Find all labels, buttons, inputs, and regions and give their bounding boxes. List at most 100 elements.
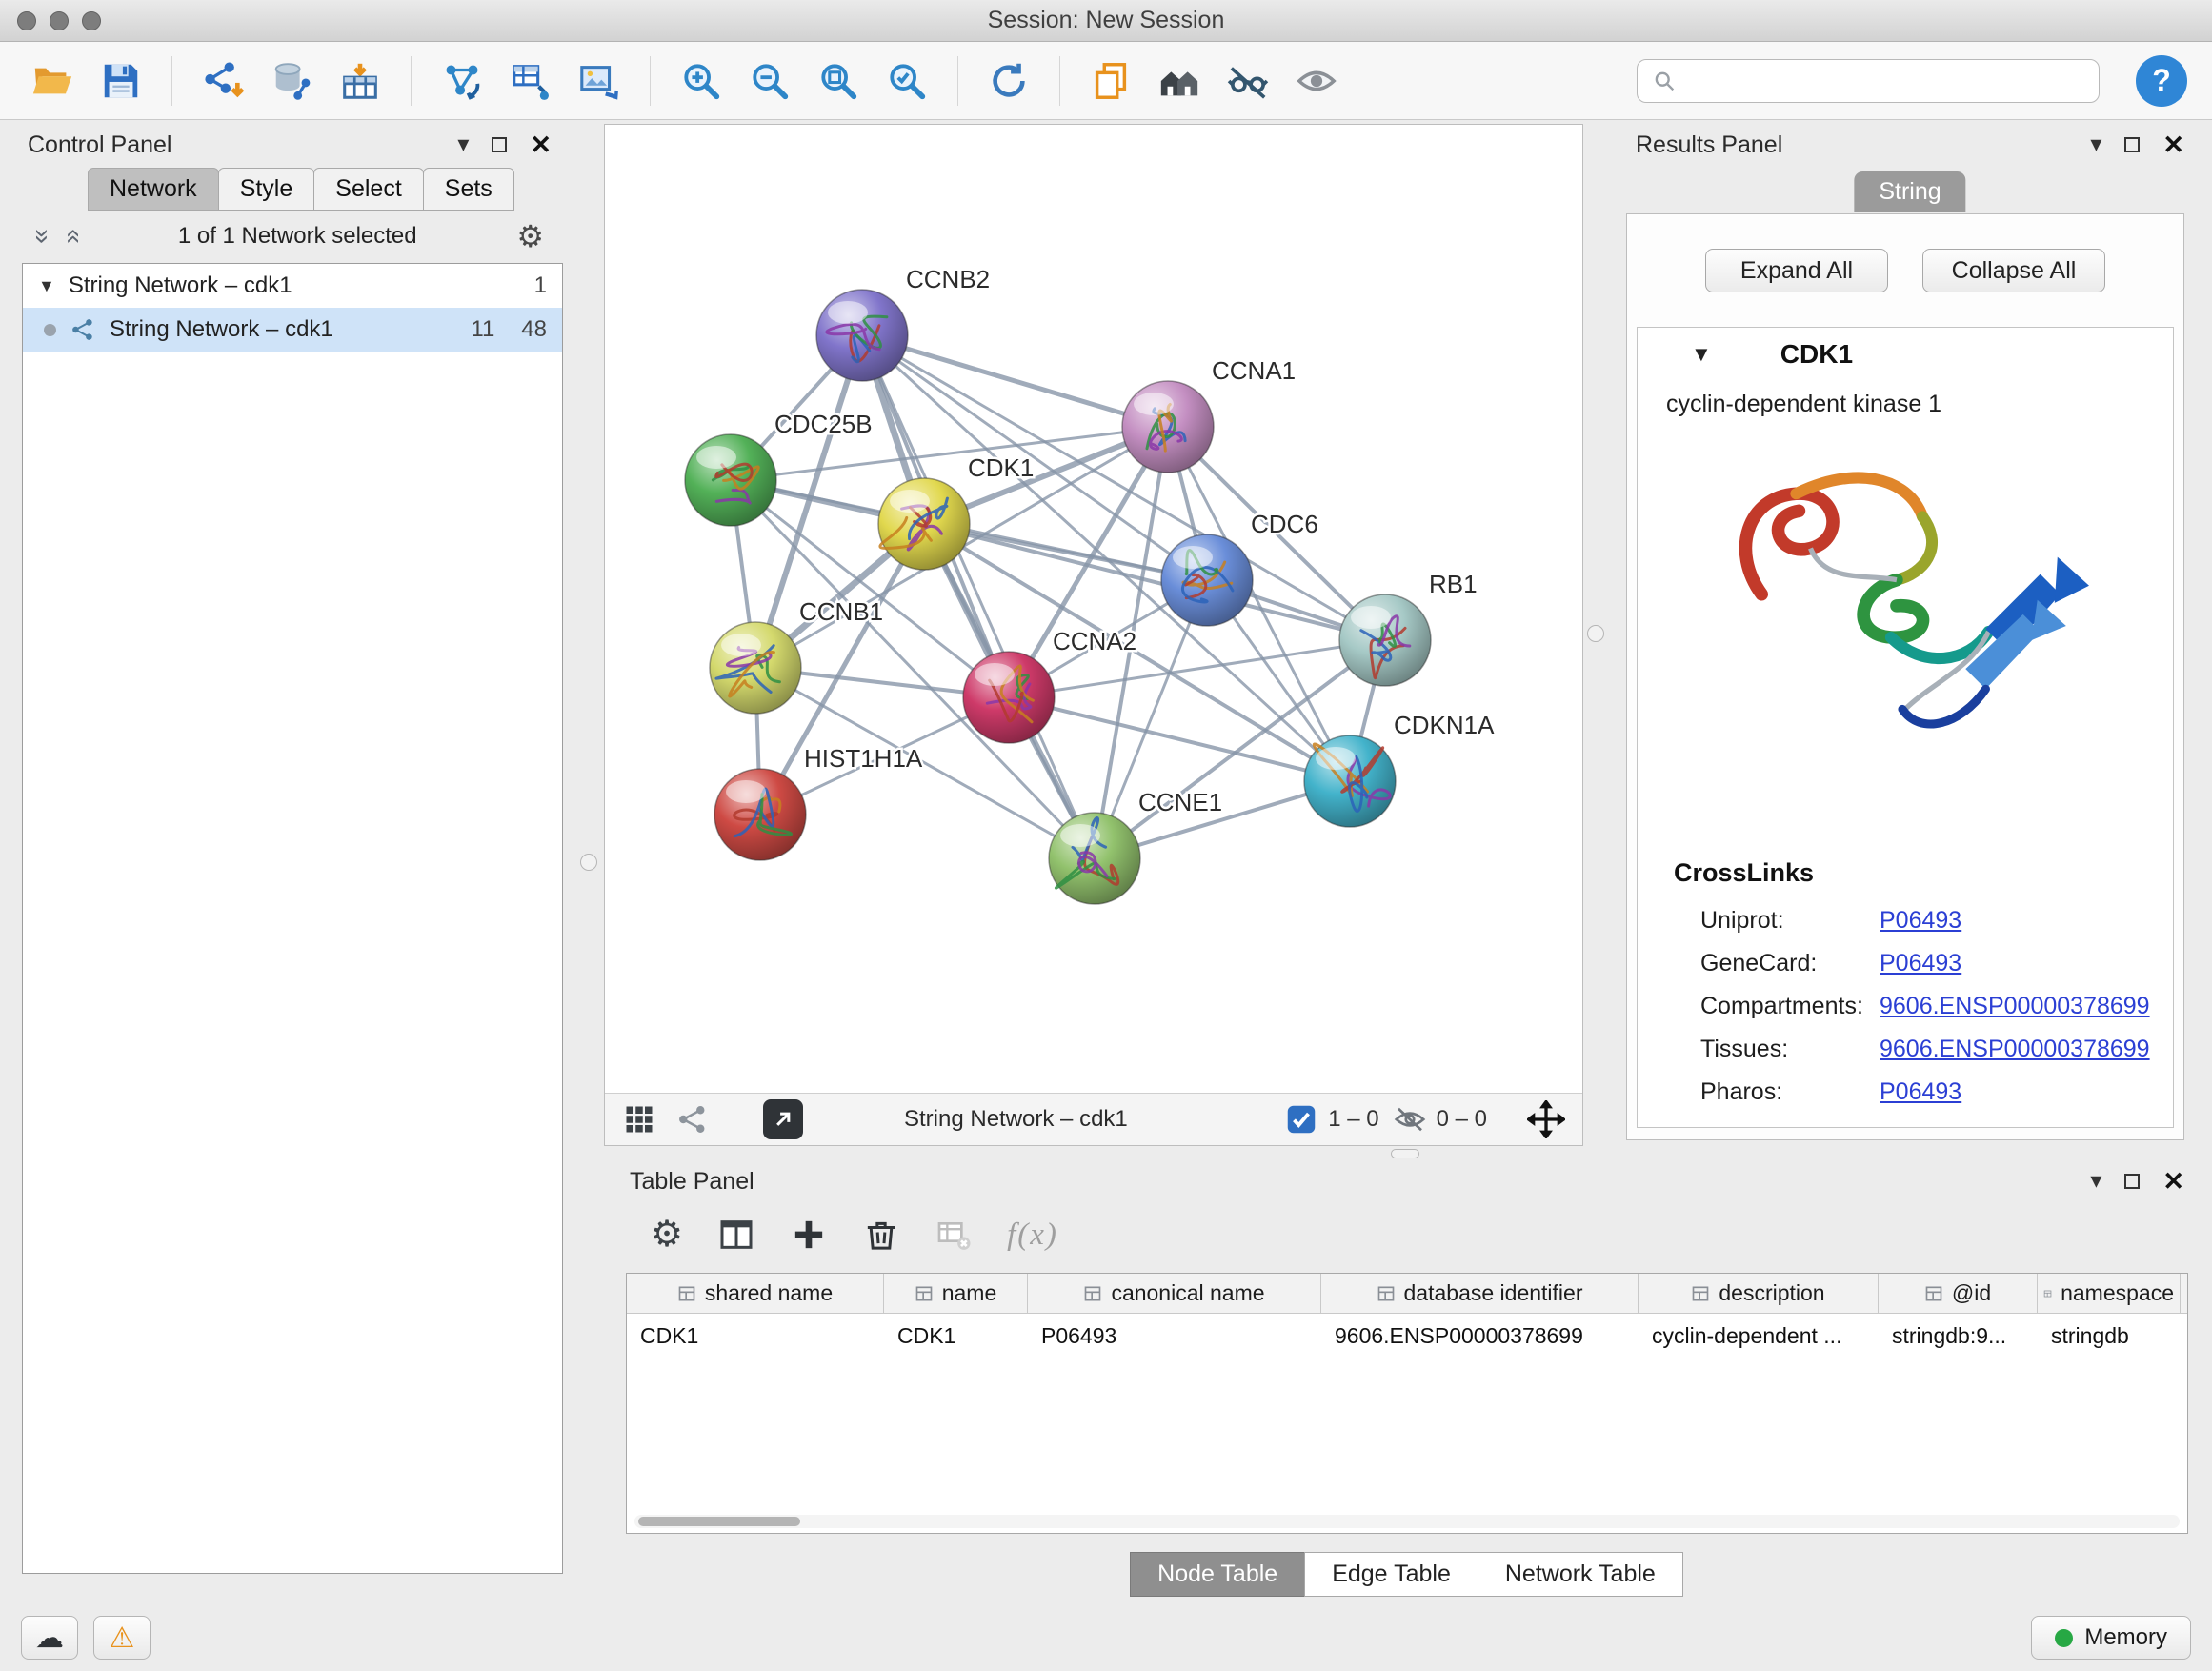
- network-node-ccnb1[interactable]: [710, 622, 801, 714]
- save-session-button[interactable]: [93, 53, 149, 109]
- crosslink-link[interactable]: 9606.ENSP00000378699: [1880, 1036, 2150, 1063]
- float-panel-icon[interactable]: ▾: [457, 133, 469, 156]
- export-view-button[interactable]: [763, 1099, 803, 1139]
- selected-checkbox-icon[interactable]: [1284, 1102, 1318, 1137]
- tab-node-table[interactable]: Node Table: [1130, 1552, 1305, 1597]
- column-header-database-identifier[interactable]: database identifier: [1321, 1274, 1639, 1313]
- crosslink-link[interactable]: P06493: [1880, 950, 1961, 977]
- copy-button[interactable]: [1083, 53, 1138, 109]
- network-canvas[interactable]: CCNB2CCNA1CDC25BCDK1CDC6RB1CCNB1CCNA2CDK…: [605, 125, 1582, 1093]
- new-network-button[interactable]: [434, 53, 490, 109]
- open-session-button[interactable]: [25, 53, 80, 109]
- apply-preferred-layout-button[interactable]: [981, 53, 1036, 109]
- crosslink-link[interactable]: 9606.ENSP00000378699: [1880, 993, 2150, 1020]
- network-node-ccnb2[interactable]: [816, 290, 908, 381]
- table-cell[interactable]: stringdb: [2038, 1314, 2181, 1358]
- network-node-ccne1[interactable]: [1049, 813, 1140, 904]
- tab-network[interactable]: Network: [88, 168, 219, 211]
- warnings-button[interactable]: ⚠: [93, 1616, 151, 1660]
- horizontal-scrollbar[interactable]: [634, 1515, 2180, 1528]
- expand-all-icon[interactable]: »: [57, 229, 84, 244]
- collapse-section-caret-icon[interactable]: ▼: [1691, 342, 1712, 367]
- network-node-ccna2[interactable]: [963, 652, 1055, 743]
- column-header--id[interactable]: @id: [1879, 1274, 2038, 1313]
- network-view[interactable]: CCNB2CCNA1CDC25BCDK1CDC6RB1CCNB1CCNA2CDK…: [604, 124, 1583, 1146]
- tab-string[interactable]: String: [1854, 171, 1965, 212]
- splitter-handle[interactable]: [1391, 1149, 1419, 1158]
- grid-view-icon[interactable]: [622, 1102, 656, 1137]
- cloud-button[interactable]: ☁: [21, 1616, 78, 1660]
- table-settings-gear-icon[interactable]: ⚙: [651, 1217, 683, 1253]
- new-network-from-table-button[interactable]: [503, 53, 558, 109]
- cybrowser-home-button[interactable]: [1152, 53, 1207, 109]
- import-network-from-file-button[interactable]: [195, 53, 251, 109]
- table-cell[interactable]: stringdb:9...: [1879, 1314, 2038, 1358]
- hide-graphics-details-button[interactable]: [1220, 53, 1276, 109]
- table-cell[interactable]: P06493: [1028, 1314, 1321, 1358]
- network-node-cdk1[interactable]: [878, 478, 970, 570]
- splitter-handle[interactable]: [580, 854, 597, 871]
- network-node-hist1h1a[interactable]: [714, 769, 806, 860]
- search-box[interactable]: [1637, 59, 2100, 103]
- restore-panel-icon[interactable]: [492, 137, 507, 152]
- scrollbar-thumb[interactable]: [638, 1517, 800, 1526]
- export-image-button[interactable]: [572, 53, 627, 109]
- network-collection-row[interactable]: ▼ String Network – cdk1 1: [23, 264, 562, 308]
- crosslink-link[interactable]: P06493: [1880, 907, 1961, 935]
- add-column-icon[interactable]: [790, 1216, 828, 1254]
- zoom-selected-button[interactable]: [879, 53, 935, 109]
- tab-style[interactable]: Style: [218, 168, 315, 211]
- restore-panel-icon[interactable]: [2124, 137, 2140, 152]
- network-node-cdkn1a[interactable]: [1304, 735, 1396, 827]
- table-cell[interactable]: CDK1: [884, 1314, 1028, 1358]
- protein-card-header[interactable]: ▼ CDK1: [1638, 328, 2173, 381]
- float-panel-icon[interactable]: ▾: [2090, 133, 2101, 156]
- table-row[interactable]: CDK1CDK1P064939606.ENSP00000378699cyclin…: [627, 1314, 2187, 1358]
- restore-panel-icon[interactable]: [2124, 1174, 2140, 1189]
- tab-sets[interactable]: Sets: [423, 168, 514, 211]
- hidden-eye-slash-icon[interactable]: [1393, 1102, 1427, 1137]
- collapse-all-button[interactable]: Collapse All: [1922, 249, 2105, 292]
- splitter-handle[interactable]: [1587, 625, 1604, 642]
- network-options-gear-icon[interactable]: ⚙: [516, 221, 544, 252]
- collapse-all-icon[interactable]: »: [30, 229, 56, 244]
- pan-crosshair-icon[interactable]: [1527, 1100, 1565, 1138]
- zoom-out-button[interactable]: [742, 53, 797, 109]
- network-node-ccna1[interactable]: [1122, 381, 1214, 473]
- network-node-cdc6[interactable]: [1161, 534, 1253, 626]
- help-button[interactable]: ?: [2136, 55, 2187, 107]
- column-header-shared-name[interactable]: shared name: [627, 1274, 884, 1313]
- tab-network-table[interactable]: Network Table: [1478, 1552, 1683, 1597]
- zoom-in-button[interactable]: [674, 53, 729, 109]
- expand-all-button[interactable]: Expand All: [1705, 249, 1888, 292]
- close-panel-icon[interactable]: ✕: [2162, 132, 2184, 158]
- import-table-from-file-button[interactable]: [332, 53, 388, 109]
- float-panel-icon[interactable]: ▾: [2090, 1170, 2101, 1193]
- import-network-from-database-button[interactable]: [264, 53, 319, 109]
- column-header-canonical-name[interactable]: canonical name: [1028, 1274, 1321, 1313]
- table-cell[interactable]: cyclin-dependent ...: [1639, 1314, 1879, 1358]
- crosslink-link[interactable]: P06493: [1880, 1078, 1961, 1106]
- delete-column-trash-icon[interactable]: [862, 1216, 900, 1254]
- network-node-cdc25b[interactable]: [685, 434, 776, 526]
- tree-expand-caret-icon[interactable]: ▼: [38, 276, 55, 296]
- search-input[interactable]: [1687, 68, 2085, 94]
- network-node-rb1[interactable]: [1339, 594, 1431, 686]
- table-cell[interactable]: CDK1: [627, 1314, 884, 1358]
- tab-edge-table[interactable]: Edge Table: [1304, 1552, 1478, 1597]
- show-columns-icon[interactable]: [717, 1216, 755, 1254]
- network-edge[interactable]: [862, 335, 1168, 427]
- column-header-namespace[interactable]: namespace: [2038, 1274, 2181, 1313]
- show-graphics-details-button[interactable]: [1289, 53, 1344, 109]
- column-header-name[interactable]: name: [884, 1274, 1028, 1313]
- memory-button[interactable]: Memory: [2031, 1616, 2191, 1660]
- network-row[interactable]: String Network – cdk1 11 48: [23, 308, 562, 352]
- network-edge[interactable]: [862, 335, 1095, 858]
- tab-select[interactable]: Select: [313, 168, 423, 211]
- birdseye-view-icon[interactable]: [675, 1102, 710, 1137]
- table-cell[interactable]: 9606.ENSP00000378699: [1321, 1314, 1639, 1358]
- zoom-fit-content-button[interactable]: [811, 53, 866, 109]
- close-panel-icon[interactable]: ✕: [530, 132, 552, 158]
- close-panel-icon[interactable]: ✕: [2162, 1169, 2184, 1195]
- column-header-description[interactable]: description: [1639, 1274, 1879, 1313]
